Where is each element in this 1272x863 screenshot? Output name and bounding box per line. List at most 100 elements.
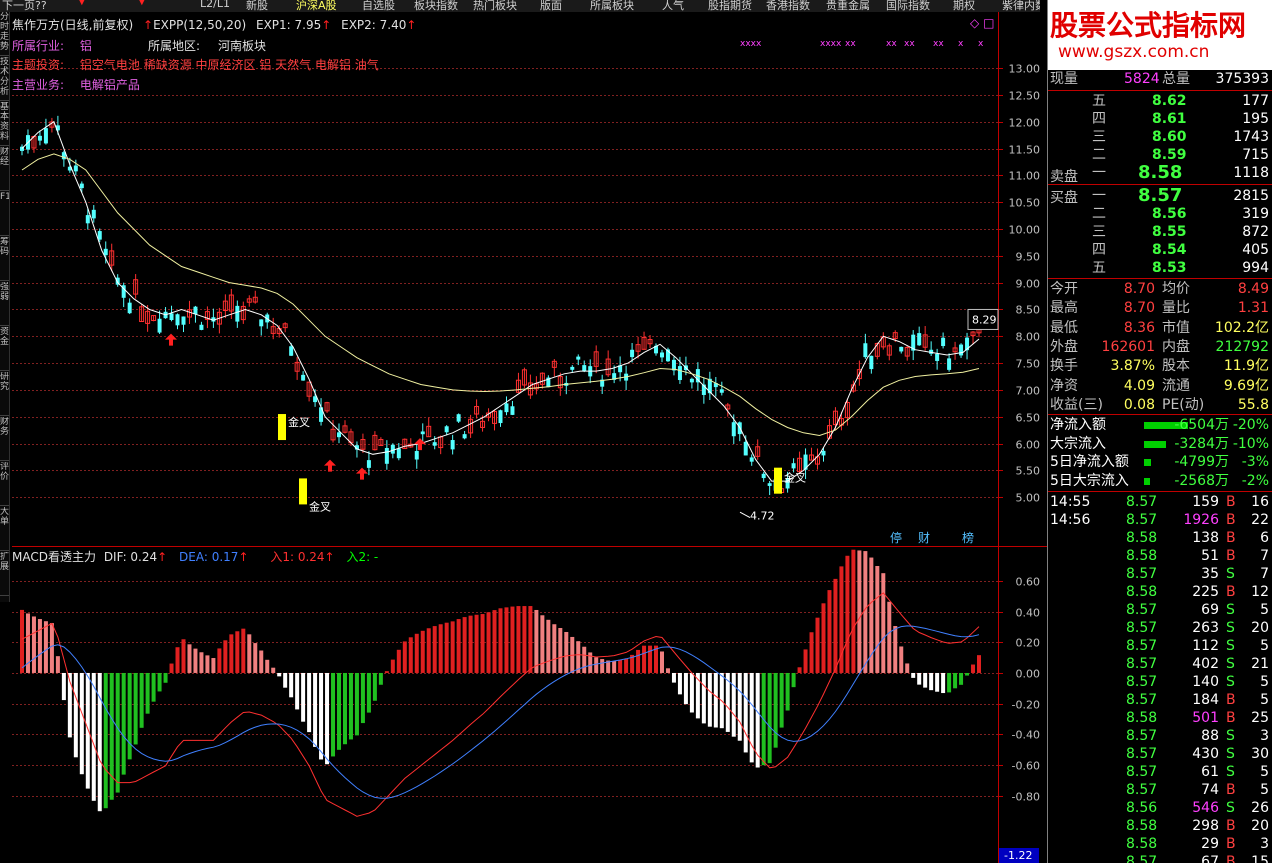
- logo-title: 股票公式指标网: [1050, 9, 1247, 42]
- candle-body: [731, 422, 736, 437]
- sidebar-tab-9[interactable]: 财务: [0, 417, 9, 461]
- macd-bar: [289, 672, 294, 698]
- macd-bar: [432, 626, 437, 673]
- macd-bar: [971, 664, 976, 673]
- candle-body: [175, 314, 180, 326]
- candle-body: [498, 410, 503, 424]
- macd-bar: [325, 672, 330, 765]
- macd-bar: [875, 565, 880, 673]
- candle-body: [917, 333, 922, 346]
- candle-body: [37, 135, 42, 141]
- tick-price: 8.57: [1126, 674, 1158, 690]
- sidebar-tab-12[interactable]: 扩展: [0, 552, 9, 596]
- flow-value: -3284万: [1174, 435, 1229, 452]
- sidebar-tab-1[interactable]: 技术分析: [0, 57, 9, 101]
- sidebar-tab-11[interactable]: 大单: [0, 507, 9, 551]
- sidebar-tab-6[interactable]: 强弱: [0, 282, 9, 326]
- corner-icons[interactable]: ◇ □: [970, 16, 994, 30]
- macd-bar: [414, 633, 419, 673]
- macd-bar: [803, 649, 808, 673]
- chart-title: 焦作万方(日线,前复权): [12, 18, 134, 32]
- bid-volume: 994: [1242, 260, 1269, 276]
- macd-bar: [103, 672, 108, 809]
- tick-volume: 74: [1201, 782, 1219, 798]
- tick-price: 8.57: [1126, 746, 1158, 762]
- square-icon[interactable]: □: [983, 16, 994, 30]
- tick-side: B: [1226, 692, 1236, 708]
- ask-volume: 177: [1242, 93, 1269, 109]
- macd-in2: 入2: -: [346, 550, 379, 564]
- stat-row: 最低 8.36 市值 102.2亿: [1048, 319, 1272, 337]
- event-marker: xxxx: [740, 39, 762, 49]
- candle-body: [504, 403, 509, 413]
- event-marker: xx: [845, 39, 856, 49]
- tick-price: 8.57: [1126, 764, 1158, 780]
- macd-bar: [211, 658, 216, 673]
- diamond-icon[interactable]: ◇: [970, 16, 979, 30]
- tick-count: 20: [1251, 620, 1269, 636]
- sidebar-tab-5[interactable]: 筹码: [0, 237, 9, 281]
- sidebar-tab-8[interactable]: 研究: [0, 372, 9, 416]
- candle-body: [899, 346, 904, 352]
- macd-bar: [378, 672, 383, 685]
- price-tick-label: 12.50: [1009, 90, 1041, 103]
- ask-level: 一: [1092, 165, 1106, 181]
- macd-bar: [360, 672, 365, 724]
- stat-label: 均价: [1162, 281, 1190, 297]
- macd-bar: [265, 659, 270, 673]
- macd-bar: [809, 632, 814, 673]
- macd-tick-label: 0.60: [1016, 576, 1041, 589]
- price-tick-label: 9.50: [1016, 251, 1041, 264]
- bid-level: 四: [1092, 242, 1106, 258]
- tick-row: 14:56 8.57 1926 B 22: [1048, 511, 1272, 529]
- tick-time: 14:55: [1050, 494, 1091, 510]
- macd-bar: [444, 622, 449, 673]
- chart-area[interactable]: 13.00 12.50 12.00 11.50 11.00 10.50 10.00 9.50 9…: [0, 0, 1047, 863]
- buy-arrow-icon: [165, 333, 177, 346]
- macd-bar: [636, 649, 641, 673]
- candle-body: [941, 337, 946, 347]
- macd-bar: [91, 672, 96, 801]
- panel-separator: [1048, 278, 1272, 279]
- candle-body: [959, 344, 964, 356]
- macd-bar: [37, 619, 42, 673]
- macd-bar: [157, 672, 162, 692]
- macd-histogram: [20, 549, 981, 812]
- macd-bar: [977, 655, 981, 673]
- candle-body: [79, 183, 84, 189]
- sidebar-tab-0[interactable]: 分时走势: [0, 12, 9, 56]
- flow-row: 净流入额 -6504万 -20%: [1048, 416, 1272, 434]
- macd-bar: [20, 609, 24, 673]
- macd-bar: [145, 672, 150, 714]
- sidebar-tab-7[interactable]: 资金: [0, 327, 9, 371]
- tick-row: 8.58 501 B 25: [1048, 709, 1272, 727]
- macd-bar: [193, 648, 198, 673]
- tick-row: 8.56 546 S 26: [1048, 799, 1272, 817]
- tick-row: 8.57 67 B 15: [1048, 853, 1272, 863]
- flow-value: -2568万: [1174, 472, 1229, 489]
- tick-volume: 1926: [1183, 512, 1219, 528]
- macd-bar: [965, 672, 970, 676]
- tick-volume: 88: [1201, 728, 1219, 744]
- bid-row: 四 8.54 405: [1048, 241, 1272, 259]
- stat-label: PE(动): [1162, 396, 1205, 413]
- macd-in1: 入1: 0.24: [270, 550, 325, 564]
- sidebar-tab-3[interactable]: 财经: [0, 147, 9, 191]
- stat-value: 3.87%: [1110, 358, 1155, 375]
- candle-body: [456, 414, 461, 422]
- sidebar-tab-4[interactable]: F10: [0, 192, 9, 236]
- sidebar-tab-10[interactable]: 评价: [0, 462, 9, 506]
- tick-side: S: [1226, 656, 1235, 672]
- flow-value: -4799万: [1174, 454, 1229, 470]
- candle-body: [659, 352, 664, 358]
- bid-price: 8.56: [1152, 206, 1187, 222]
- price-tick-label: 6.00: [1016, 439, 1041, 452]
- macd-tick-label: 0.20: [1016, 637, 1041, 650]
- stat-label: 市值: [1162, 319, 1190, 336]
- tick-volume: 430: [1192, 746, 1219, 762]
- golden-cross-bar: [774, 467, 782, 494]
- sidebar-tab-2[interactable]: 基本资料: [0, 102, 9, 146]
- tick-price: 8.57: [1126, 782, 1158, 798]
- tick-side: S: [1226, 728, 1235, 744]
- macd-bar: [929, 672, 934, 691]
